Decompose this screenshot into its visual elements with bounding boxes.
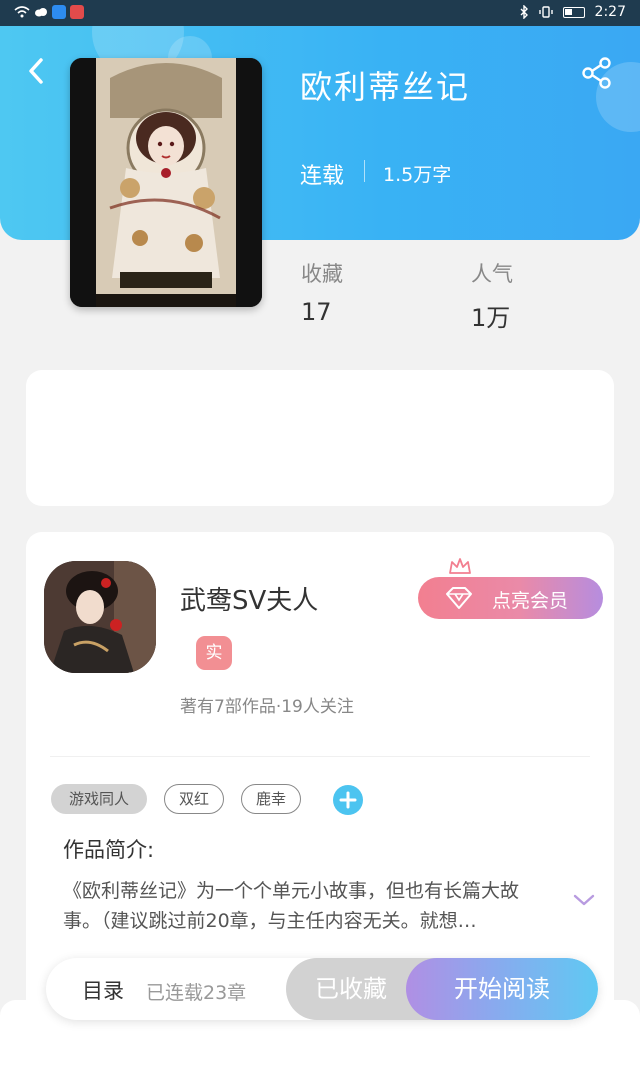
- word-count: 1.5万字: [383, 164, 452, 186]
- plus-icon: [339, 791, 357, 809]
- diamond-icon: [446, 587, 472, 609]
- wifi-icon: [14, 6, 30, 18]
- avatar-illustration: [44, 561, 156, 673]
- author-avatar[interactable]: [44, 561, 156, 673]
- popularity-label: 人气: [471, 262, 513, 286]
- author-meta: 著有7部作品·19人关注: [180, 697, 354, 717]
- battery-icon: [562, 6, 585, 18]
- author-name[interactable]: 武鸯SV夫人: [180, 580, 318, 617]
- toc-button[interactable]: 目录: [82, 975, 124, 1005]
- back-button[interactable]: [22, 56, 52, 86]
- search-app-icon: [52, 5, 66, 19]
- tag-shuanghong[interactable]: 双红: [164, 784, 224, 814]
- bottom-action-bar: 目录 已连载23章 已收藏 开始阅读: [46, 958, 598, 1020]
- start-reading-button[interactable]: 开始阅读: [406, 958, 598, 1020]
- serial-status: 连载: [300, 164, 345, 189]
- add-tag-button[interactable]: [333, 785, 363, 815]
- back-icon: [29, 58, 43, 84]
- crown-icon: [449, 558, 471, 574]
- description-title: 作品简介:: [63, 838, 155, 862]
- vibrate-icon: [538, 6, 553, 18]
- description-text: 《欧利蒂丝记》为一个个单元小故事，但也有长篇大故事。（建议跳过前20章，与主任内…: [63, 880, 520, 932]
- favorites-label: 收藏: [301, 262, 343, 286]
- favorites-count: 17: [301, 298, 332, 326]
- book-title: 欧利蒂丝记: [300, 68, 471, 106]
- share-button[interactable]: [580, 56, 614, 90]
- verified-badge: 实: [196, 636, 232, 670]
- share-icon: [582, 57, 611, 89]
- tag-luxing[interactable]: 鹿幸: [241, 784, 301, 814]
- book-cover[interactable]: [70, 58, 262, 307]
- app-notification-icon: [70, 5, 84, 19]
- blank-card: [26, 370, 614, 506]
- status-icons-left: [14, 5, 84, 19]
- chevron-down-icon: [573, 894, 595, 906]
- status-icons-right: 2:27: [519, 4, 626, 20]
- expand-description-button[interactable]: [572, 892, 596, 908]
- tag-game-fanfic[interactable]: 游戏同人: [51, 784, 147, 814]
- section-divider: [50, 756, 590, 757]
- status-bar: 2:27: [0, 0, 640, 26]
- cover-illustration: [70, 58, 262, 307]
- status-time: 2:27: [594, 4, 626, 20]
- status-divider: [364, 160, 365, 182]
- chapter-count: 已连载23章: [146, 982, 247, 1004]
- activate-vip-button[interactable]: 点亮会员: [418, 577, 603, 619]
- popularity-count: 1万: [471, 304, 511, 332]
- bluetooth-icon: [520, 5, 528, 19]
- vip-button-label: 点亮会员: [492, 590, 569, 612]
- cloud-icon: [35, 8, 47, 17]
